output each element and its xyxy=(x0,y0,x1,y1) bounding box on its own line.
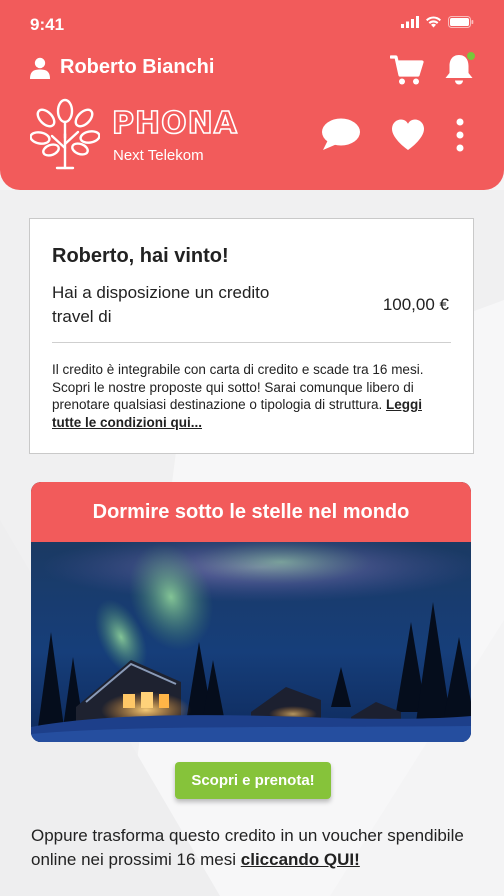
tree-logo-icon xyxy=(30,98,100,170)
wifi-icon xyxy=(426,16,441,28)
divider xyxy=(52,342,451,343)
prize-title: Roberto, hai vinto! xyxy=(52,245,229,267)
notifications-button[interactable] xyxy=(443,51,476,86)
heart-icon[interactable] xyxy=(390,118,426,152)
status-bar: 9:41 xyxy=(0,0,504,50)
offer-title: Dormire sotto le stelle nel mondo xyxy=(31,482,471,542)
prize-description: Hai a disposizione un credito travel di xyxy=(52,283,270,326)
offer-image xyxy=(31,542,471,742)
brand-subtitle: Next Telekom xyxy=(113,147,204,164)
notification-dot xyxy=(466,51,476,61)
user-name: Roberto Bianchi xyxy=(60,56,215,78)
more-vertical-icon[interactable] xyxy=(452,118,468,152)
voucher-link[interactable]: cliccando QUI! xyxy=(241,850,360,869)
prize-note: Il credito è integrabile con carta di cr… xyxy=(52,361,452,431)
cart-icon[interactable] xyxy=(390,54,424,86)
signal-icon xyxy=(401,16,419,28)
prize-amount: 100,00 € xyxy=(382,295,449,314)
user-row[interactable]: Roberto Bianchi xyxy=(30,56,214,79)
status-icons xyxy=(401,16,474,28)
discover-book-button[interactable]: Scopri e prenota! xyxy=(175,762,331,799)
battery-icon xyxy=(448,16,474,28)
voucher-text: Oppure trasforma questo credito in un vo… xyxy=(31,824,481,872)
chat-icon[interactable] xyxy=(320,117,362,153)
prize-card: Roberto, hai vinto! Hai a disposizione u… xyxy=(29,218,474,454)
brand-name: PHONA xyxy=(111,105,238,142)
status-time: 9:41 xyxy=(30,15,65,34)
app-header: 9:41 Roberto Bianchi PHONA Next Telekom xyxy=(0,0,504,190)
offer-card[interactable]: Dormire sotto le stelle nel mondo xyxy=(31,482,471,742)
prize-note-text: Il credito è integrabile con carta di cr… xyxy=(52,362,424,412)
user-icon xyxy=(30,57,50,79)
